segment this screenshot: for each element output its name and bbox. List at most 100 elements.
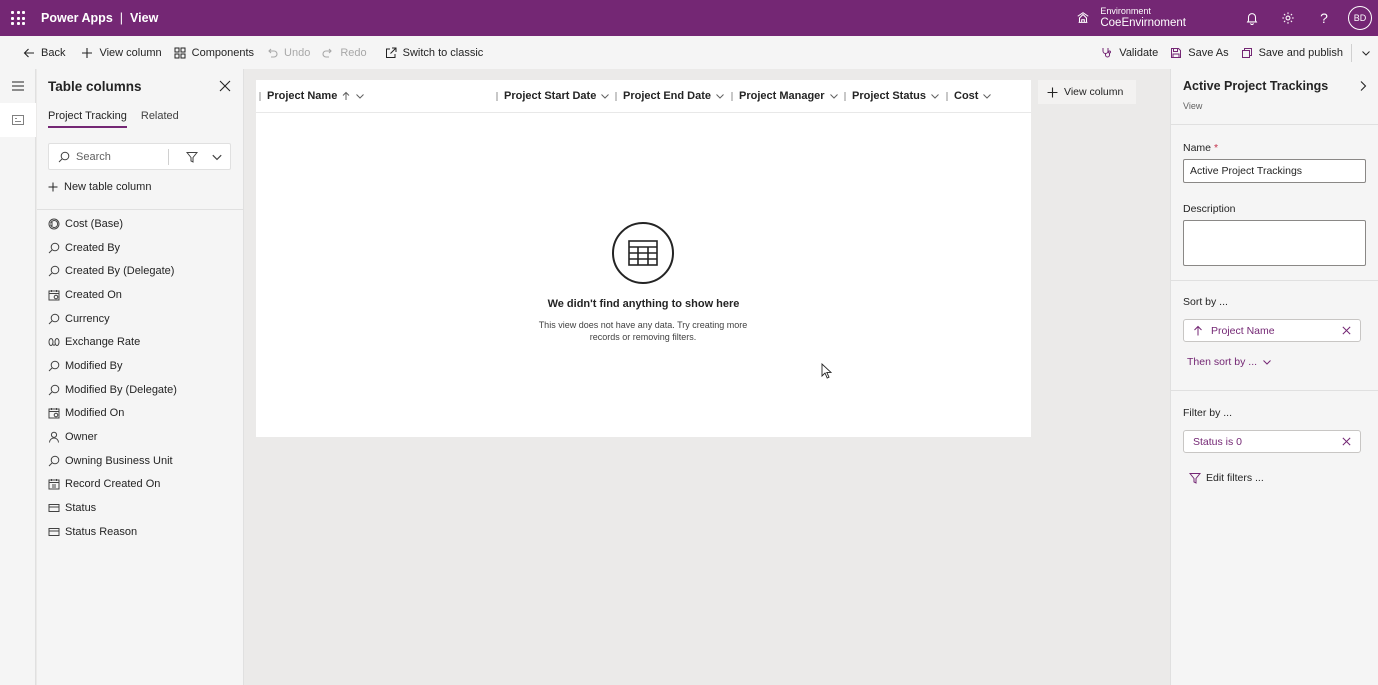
environment-name: CoeEnvirnoment <box>1100 16 1186 29</box>
column-label: Created By <box>65 241 121 254</box>
table-columns-icon <box>12 115 24 125</box>
resize-handle[interactable] <box>615 91 617 101</box>
tab-project-tracking[interactable]: Project Tracking <box>48 110 127 128</box>
undo-button[interactable]: Undo <box>260 36 316 69</box>
column-label: Status Reason <box>65 525 138 538</box>
column-label: Modified On <box>65 407 125 420</box>
view-grid: Project Name Project Start Date Project … <box>256 80 1031 437</box>
calendar-icon <box>48 289 60 301</box>
divider <box>1171 390 1378 391</box>
save-as-button[interactable]: Save As <box>1164 36 1234 69</box>
choice-icon <box>48 527 60 536</box>
list-item[interactable]: Modified By (Delegate) <box>48 378 238 402</box>
person-icon <box>49 431 59 443</box>
list-item[interactable]: Modified By <box>48 354 238 378</box>
column-search[interactable]: Search <box>48 143 231 170</box>
column-header-cost[interactable]: Cost <box>946 80 992 112</box>
resize-handle[interactable] <box>844 91 846 101</box>
properties-panel: Active Project Trackings View Name * Act… <box>1170 69 1378 685</box>
components-button[interactable]: Components <box>168 36 260 69</box>
divider <box>1171 124 1378 125</box>
close-icon[interactable] <box>1341 436 1352 447</box>
avatar[interactable]: BD <box>1348 6 1372 30</box>
lookup-icon <box>48 265 60 277</box>
column-header-project-status[interactable]: Project Status <box>844 80 940 112</box>
rail-columns-button[interactable] <box>0 103 36 137</box>
switch-to-classic-button[interactable]: Switch to classic <box>379 36 490 69</box>
description-field[interactable] <box>1183 220 1366 266</box>
add-view-column-button[interactable]: View column <box>1038 80 1136 104</box>
list-item[interactable]: Created On <box>48 283 238 307</box>
chevron-down-icon <box>1362 50 1370 56</box>
app-launcher-icon[interactable] <box>0 0 36 36</box>
column-label: Currency <box>65 312 110 325</box>
list-item[interactable]: Cost (Base) <box>48 212 238 236</box>
app-title: Power Apps | View <box>41 11 158 25</box>
page-name: View <box>130 11 159 25</box>
list-item[interactable]: Exchange Rate <box>48 330 238 354</box>
then-sort-by-label: Then sort by ... <box>1187 356 1258 368</box>
close-icon[interactable] <box>1341 325 1352 336</box>
chevron-right-icon[interactable] <box>1357 80 1369 92</box>
column-header-project-start-date[interactable]: Project Start Date <box>496 80 610 112</box>
column-label: Owner <box>65 431 98 444</box>
filter-pill[interactable]: Status is 0 <box>1183 430 1361 453</box>
list-item[interactable]: Modified On <box>48 402 238 426</box>
column-header-label: Project Status <box>852 90 926 102</box>
plus-icon <box>82 47 93 58</box>
list-item[interactable]: Status <box>48 496 238 520</box>
column-label: Status <box>65 502 97 515</box>
resize-handle[interactable] <box>259 91 261 101</box>
list-item[interactable]: Created By (Delegate) <box>48 259 238 283</box>
column-header-project-manager[interactable]: Project Manager <box>731 80 839 112</box>
column-header-project-end-date[interactable]: Project End Date <box>615 80 725 112</box>
help-button[interactable]: ? <box>1306 0 1342 36</box>
redo-button[interactable]: Redo <box>316 36 372 69</box>
then-sort-by-button[interactable]: Then sort by ... <box>1187 356 1272 368</box>
lookup-icon <box>48 384 60 396</box>
resize-handle[interactable] <box>496 91 498 101</box>
tab-related[interactable]: Related <box>141 110 179 128</box>
list-item[interactable]: Currency <box>48 307 238 331</box>
mouse-pointer-icon <box>821 363 832 379</box>
split-divider <box>1351 43 1352 62</box>
validate-button[interactable]: Validate <box>1095 36 1164 69</box>
notifications-button[interactable] <box>1234 0 1270 36</box>
sort-pill[interactable]: Project Name <box>1183 319 1361 342</box>
list-item[interactable]: Record Created On <box>48 473 238 497</box>
list-item[interactable]: Owner <box>48 425 238 449</box>
environment-picker[interactable]: Environment CoeEnvirnoment <box>1076 6 1186 30</box>
list-item[interactable]: Created By <box>48 236 238 260</box>
collapse-nav-button[interactable] <box>0 69 36 103</box>
search-input[interactable]: Search <box>76 151 168 163</box>
new-table-column-button[interactable]: New table column <box>48 181 151 193</box>
list-item[interactable]: Status Reason <box>48 520 238 544</box>
back-button[interactable]: Back <box>17 36 71 69</box>
panel-title: Table columns <box>48 79 142 94</box>
column-filter-button[interactable] <box>169 151 230 163</box>
undo-icon <box>268 48 278 58</box>
chevron-down-icon <box>356 94 365 99</box>
name-label: Name * <box>1183 142 1218 154</box>
redo-label: Redo <box>340 46 367 59</box>
save-and-publish-button[interactable]: Save and publish <box>1235 36 1349 69</box>
resize-handle[interactable] <box>946 91 948 101</box>
app-name[interactable]: Power Apps <box>41 11 113 25</box>
column-header-project-name[interactable]: Project Name <box>259 80 365 112</box>
filter-icon <box>186 151 198 163</box>
list-item[interactable]: Owning Business Unit <box>48 449 238 473</box>
resize-handle[interactable] <box>731 91 733 101</box>
view-column-button[interactable]: View column <box>75 36 167 69</box>
command-bar: Back View column Components Undo Redo Sw… <box>0 36 1378 69</box>
environment-icon <box>1077 12 1089 23</box>
name-field[interactable]: Active Project Trackings <box>1183 159 1366 183</box>
lookup-icon <box>48 242 60 253</box>
settings-button[interactable] <box>1270 0 1306 36</box>
filter-by-label: Filter by ... <box>1183 407 1233 419</box>
components-label: Components <box>191 46 255 59</box>
calendar-icon <box>48 408 60 419</box>
save-options-dropdown[interactable] <box>1354 36 1378 69</box>
gear-icon <box>1282 12 1294 24</box>
edit-filters-button[interactable]: Edit filters ... <box>1189 472 1264 484</box>
close-icon[interactable] <box>218 79 232 93</box>
